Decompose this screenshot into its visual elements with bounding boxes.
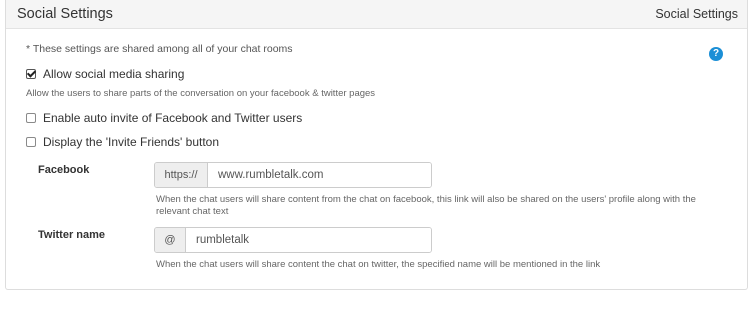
twitter-at-prefix: @ bbox=[155, 228, 186, 252]
facebook-label: Facebook bbox=[38, 164, 90, 176]
auto-invite-checkbox[interactable] bbox=[26, 113, 36, 123]
auto-invite-option[interactable]: Enable auto invite of Facebook and Twitt… bbox=[26, 110, 302, 126]
twitter-label: Twitter name bbox=[38, 229, 106, 241]
facebook-help-line-2: relevant chat text bbox=[156, 206, 229, 217]
twitter-input-group: @ bbox=[154, 227, 432, 253]
twitter-name-field[interactable] bbox=[186, 228, 431, 252]
panel-header: Social Settings Social Settings bbox=[6, 0, 747, 29]
help-icon[interactable]: ? bbox=[709, 47, 723, 61]
breadcrumb: Social Settings bbox=[655, 7, 738, 21]
shared-settings-note: * These settings are shared among all of… bbox=[26, 43, 293, 55]
twitter-help-text: When the chat users will share content t… bbox=[156, 259, 601, 270]
facebook-url-field[interactable] bbox=[208, 163, 431, 187]
facebook-help-line-1: When the chat users will share content f… bbox=[156, 194, 696, 205]
allow-sharing-description: Allow the users to share parts of the co… bbox=[26, 88, 376, 99]
social-settings-panel: Social Settings Social Settings * These … bbox=[5, 0, 748, 290]
page-title: Social Settings bbox=[17, 6, 113, 22]
allow-sharing-label: Allow social media sharing bbox=[43, 67, 185, 81]
facebook-input-group: https:// bbox=[154, 162, 432, 188]
invite-friends-label: Display the 'Invite Friends' button bbox=[43, 135, 220, 149]
invite-friends-option[interactable]: Display the 'Invite Friends' button bbox=[26, 134, 219, 150]
facebook-help-text: When the chat users will share content f… bbox=[156, 194, 696, 218]
auto-invite-label: Enable auto invite of Facebook and Twitt… bbox=[43, 111, 303, 125]
invite-friends-checkbox[interactable] bbox=[26, 137, 36, 147]
facebook-url-prefix: https:// bbox=[155, 163, 208, 187]
allow-sharing-option[interactable]: Allow social media sharing bbox=[26, 66, 184, 82]
allow-sharing-checkbox[interactable] bbox=[26, 69, 36, 79]
